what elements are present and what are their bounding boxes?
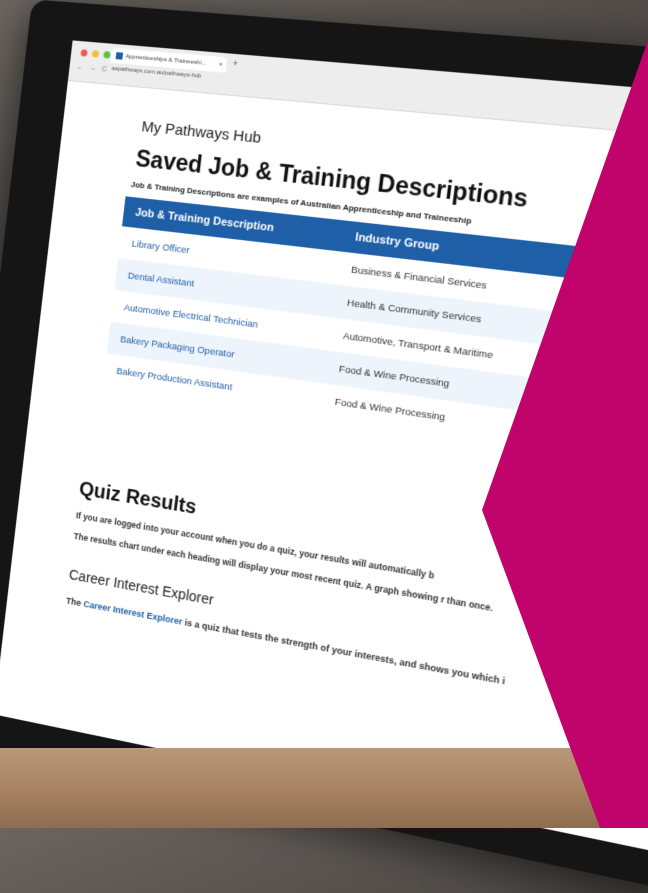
back-arrow-icon[interactable]: ← bbox=[77, 64, 84, 72]
close-window-icon[interactable] bbox=[80, 49, 88, 57]
nav-buttons: ← → C bbox=[77, 64, 107, 74]
tab-title: Apprenticeships & Traineeshi... bbox=[125, 53, 207, 67]
laptop-screen: Apprenticeships & Traineeshi... × + ← → … bbox=[0, 40, 648, 851]
tab-close-icon[interactable]: × bbox=[219, 61, 223, 67]
maximize-window-icon[interactable] bbox=[103, 51, 111, 59]
career-interest-link[interactable]: Career Interest Explorer bbox=[83, 599, 183, 627]
window-controls bbox=[80, 49, 111, 59]
new-tab-button[interactable]: + bbox=[232, 58, 238, 69]
favicon-icon bbox=[115, 52, 124, 60]
forward-arrow-icon[interactable]: → bbox=[89, 65, 96, 73]
page-content: My Pathways Hub Saved Job & Training Des… bbox=[8, 81, 648, 717]
minimize-window-icon[interactable] bbox=[91, 50, 100, 58]
reload-icon[interactable]: C bbox=[101, 66, 107, 73]
desk-surface bbox=[0, 748, 648, 828]
saved-descriptions-table: Job & Training Description Industry Grou… bbox=[103, 196, 584, 450]
career-text-pre: The bbox=[65, 595, 82, 609]
